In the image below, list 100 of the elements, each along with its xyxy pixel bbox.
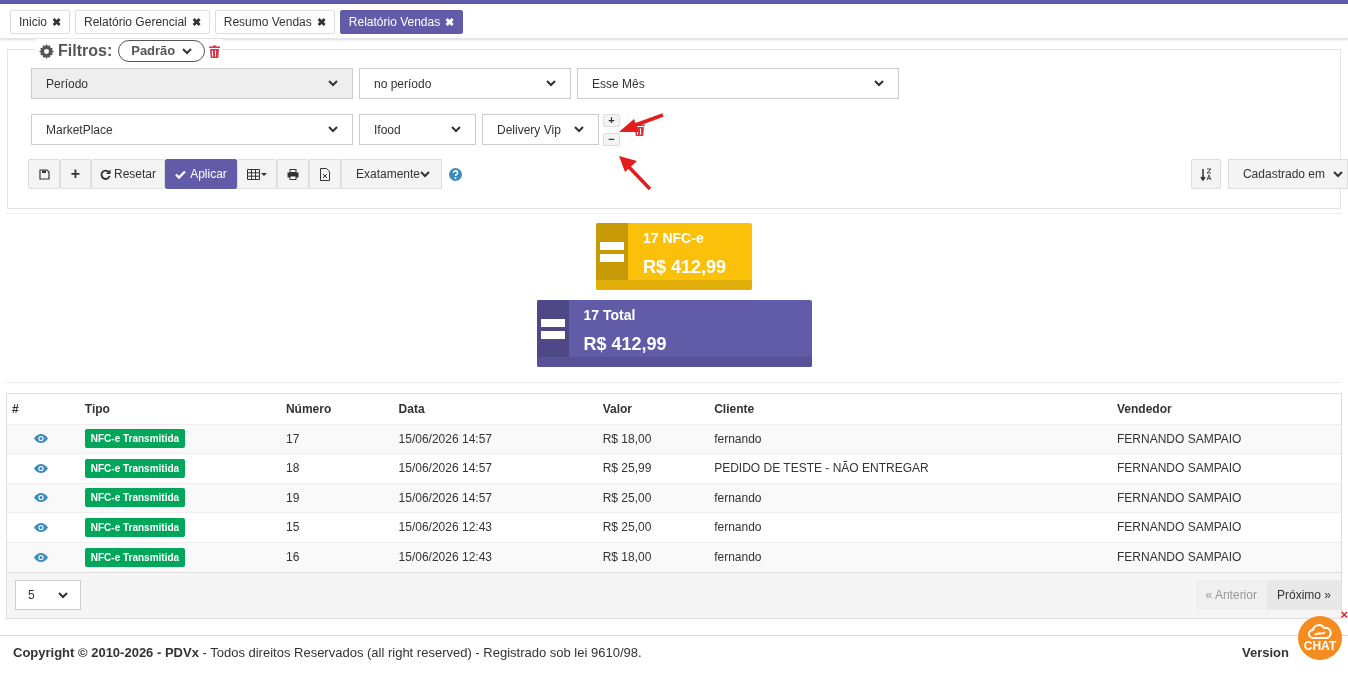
sort-select[interactable]: Cadastrado em [1227,159,1348,189]
eye-icon[interactable] [34,552,48,562]
close-icon[interactable]: ✖ [316,13,326,31]
help-icon[interactable] [449,167,462,181]
caret-icon [451,126,461,133]
table-cell: 15/06/2026 14:57 [393,453,598,483]
table-cell: 15/06/2026 14:57 [393,483,598,513]
print-icon [287,168,299,180]
copyright-text: Copyright © 2010-2026 - PDVx - Todos direitos Reservados (all right reserved) - Registrado sob lei 9610/98. [13,644,642,663]
caret-icon [546,80,556,87]
add-button[interactable]: + [603,113,620,127]
column-header: # [7,394,80,424]
arrow-icon [618,155,652,191]
close-icon[interactable]: ✖ [445,13,455,31]
card-count: 17 NFC-e [643,229,705,248]
status-badge: NFC-e Transmitida [84,429,186,449]
eye-icon[interactable] [34,434,48,444]
table-cell: FERNANDO SAMPAIO [1112,453,1341,483]
eye-icon[interactable] [34,463,48,473]
print-button[interactable] [277,159,309,189]
status-badge: NFC-e Transmitida [84,517,186,537]
excel-icon [320,167,330,181]
status-badge: NFC-e Transmitida [84,547,186,567]
tab[interactable]: Inicio ✖ [10,10,70,34]
cloud-icon [1308,624,1332,639]
save-button[interactable] [28,159,60,189]
caret-icon [420,170,431,178]
table-cell: 15/06/2026 14:57 [393,424,598,454]
column-header: Número [280,394,394,424]
caret-icon [328,80,338,87]
refresh-icon [100,168,111,180]
table-cell: 19 [280,483,394,513]
column-header: Valor [597,394,710,424]
table-cell: PEDIDO DE TESTE - NÃO ENTREGAR [709,453,1112,483]
next-link[interactable]: Próximo » [1266,580,1341,610]
table-cell: R$ 25,00 [597,512,710,542]
sort-button[interactable] [1190,159,1221,189]
apply-button[interactable]: Aplicar [165,159,237,189]
arrow-icon [618,113,664,135]
sort-icon [1199,167,1212,181]
column-header: Cliente [709,394,1112,424]
page-size-select[interactable]: 5 [15,580,81,610]
remove-button[interactable]: − [603,132,620,146]
save-icon [38,168,50,180]
select-field[interactable]: Ifood [359,114,476,145]
column-header: Data [393,394,598,424]
table-cell: FERNANDO SAMPAIO [1112,542,1341,572]
list-icon [600,241,624,262]
table-cell: 18 [280,453,394,483]
card-amount: R$ 412,99 [583,333,667,356]
tab[interactable]: Relatório Gerencial ✖ [75,10,210,34]
table-cell: FERNANDO SAMPAIO [1112,512,1341,542]
table-cell: R$ 25,99 [597,453,710,483]
match-select[interactable]: Exatamente [341,159,442,189]
table-cell: 16 [280,542,394,572]
table-cell: 15 [280,512,394,542]
version-text: Version [1242,644,1289,663]
check-icon [175,169,187,179]
caret-icon [58,591,68,599]
column-header: Tipo [79,394,281,424]
table-cell: FERNANDO SAMPAIO [1112,424,1341,454]
table-cell: fernando [709,542,1112,572]
excel-button[interactable] [309,159,341,189]
caret-icon [328,126,338,133]
columns-button[interactable] [237,159,277,189]
table-cell: FERNANDO SAMPAIO [1112,483,1341,513]
table-cell: R$ 18,00 [597,424,710,454]
gear-icon [39,43,54,59]
caret-icon [874,80,884,87]
column-header: Vendedor [1112,394,1341,424]
caret-icon [182,47,193,55]
table-cell: R$ 25,00 [597,483,710,513]
table-cell: fernando [709,483,1112,513]
table-cell: fernando [709,424,1112,454]
tab[interactable]: Relatório Vendas ✖ [339,10,464,34]
select-field[interactable]: MarketPlace [31,114,353,145]
list-icon [540,318,565,339]
table-cell: 15/06/2026 12:43 [393,512,598,542]
reset-button[interactable]: Resetar [91,159,165,189]
filters-title: Filtros: [58,41,113,61]
card-amount: R$ 412,99 [643,256,727,279]
close-icon[interactable]: ✖ [191,13,201,31]
table-cell: 15/06/2026 12:43 [393,542,598,572]
status-badge: NFC-e Transmitida [84,458,186,478]
eye-icon[interactable] [34,493,48,503]
table-cell: 17 [280,424,394,454]
eye-icon[interactable] [34,522,48,532]
table-cell: fernando [709,512,1112,542]
table-cell: R$ 18,00 [597,542,710,572]
card-count: 17 Total [583,306,637,325]
caret-icon [1333,170,1343,178]
caret-icon [574,126,584,133]
status-badge: NFC-e Transmitida [84,488,186,508]
tab[interactable]: Resumo Vendas ✖ [214,10,335,34]
trash-icon[interactable] [209,44,221,58]
close-icon[interactable]: ✖ [52,13,61,31]
add-button[interactable]: + [60,159,91,189]
close-icon[interactable]: × [1340,608,1348,621]
select-field[interactable]: Delivery Vip [482,114,599,145]
table-icon [247,168,267,180]
